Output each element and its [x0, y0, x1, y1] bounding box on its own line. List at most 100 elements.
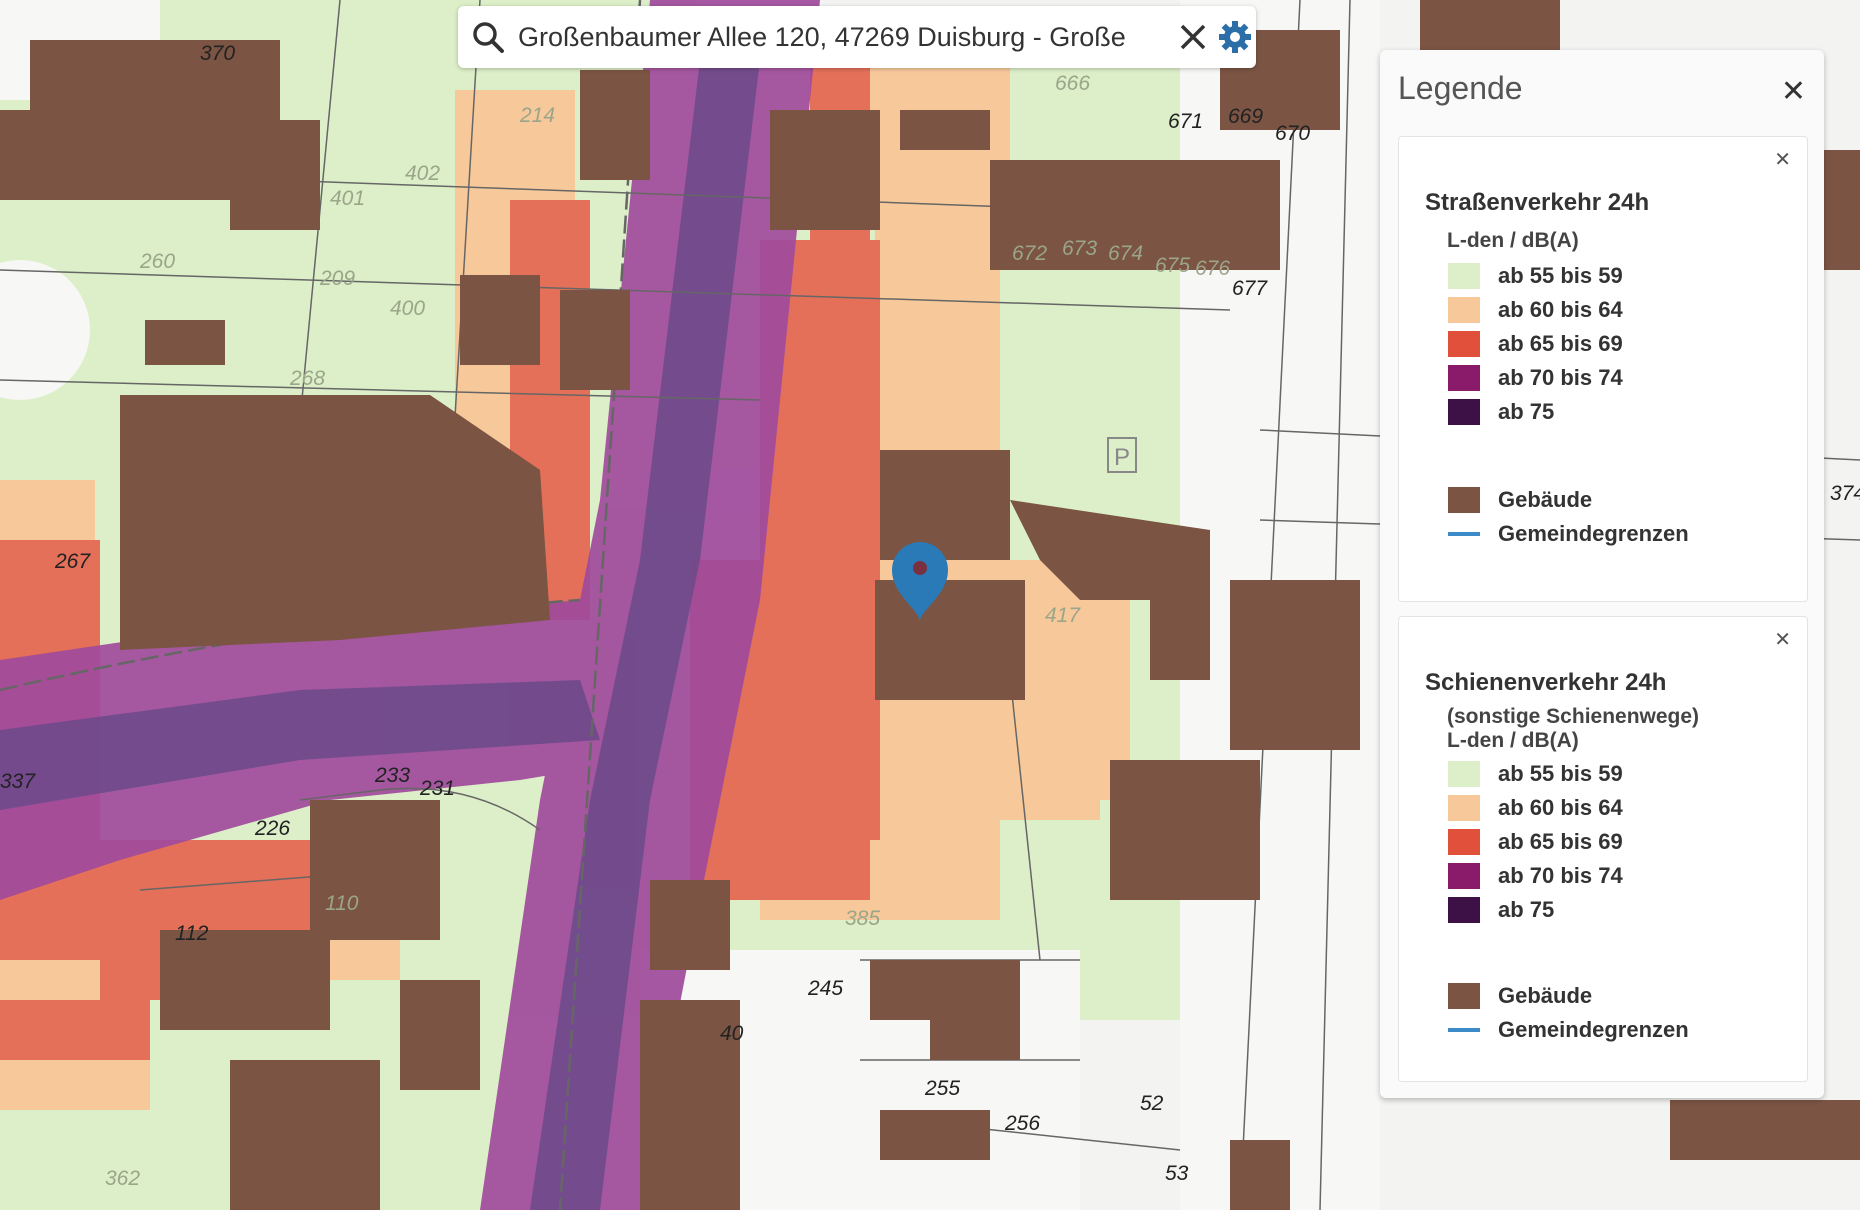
- legend-item-buildings: Gebäude: [1448, 485, 1592, 515]
- swatch: [1448, 1028, 1480, 1032]
- legend-label: ab 70 bis 74: [1498, 863, 1623, 888]
- legend-section-road: ✕ Straßenverkehr 24h L-den / dB(A) ab 55…: [1398, 136, 1808, 602]
- legend-close-button[interactable]: ✕: [1781, 74, 1806, 109]
- parcel-label: 110: [325, 892, 359, 915]
- clear-search-button[interactable]: [1172, 16, 1214, 58]
- legend-label: Gebäude: [1498, 983, 1593, 1008]
- legend-label: ab 75: [1498, 897, 1555, 922]
- swatch: [1448, 365, 1480, 391]
- search-input[interactable]: Großenbaumer Allee 120, 47269 Duisburg -…: [518, 22, 1172, 53]
- parcel-label: 260: [139, 250, 175, 273]
- section-title: Schienenverkehr 24h: [1425, 669, 1667, 696]
- swatch: [1448, 983, 1480, 1009]
- swatch: [1448, 487, 1480, 513]
- section-subtitle: (sonstige Schienenwege): [1447, 705, 1700, 728]
- parcel-label: 233: [374, 764, 410, 787]
- parcel-label: 362: [105, 1167, 140, 1190]
- parcel-label: 670: [1275, 122, 1310, 145]
- close-icon[interactable]: ✕: [1774, 627, 1791, 651]
- legend-item-65-69: ab 65 bis 69: [1448, 329, 1623, 359]
- section-title: Straßenverkehr 24h: [1425, 189, 1650, 216]
- legend-label: ab 70 bis 74: [1498, 365, 1623, 390]
- section-close-button[interactable]: ✕: [1774, 627, 1791, 651]
- section-close-button[interactable]: ✕: [1774, 147, 1791, 171]
- parcel-label: 112: [175, 922, 209, 945]
- parcel-label: 255: [924, 1077, 960, 1100]
- legend-item-boundaries: Gemeindegrenzen: [1448, 1015, 1689, 1045]
- parcel-label: 676: [1195, 257, 1230, 280]
- parcel-label: 671: [1168, 110, 1203, 133]
- legend-label: Gemeindegrenzen: [1498, 1017, 1689, 1042]
- parcel-label: 374: [1830, 482, 1860, 505]
- legend-panel: Legende ✕ ✕ Straßenverkehr 24h L-den / d…: [1380, 50, 1824, 1098]
- parcel-label: 400: [390, 297, 425, 320]
- swatch: [1448, 399, 1480, 425]
- section-unit: L-den / dB(A): [1447, 729, 1579, 752]
- parcel-label: 675: [1155, 254, 1190, 277]
- legend-label: ab 75: [1498, 399, 1555, 424]
- parcel-label: 226: [254, 817, 290, 840]
- legend-item-55-59: ab 55 bis 59: [1448, 261, 1623, 291]
- legend-label: ab 65 bis 69: [1498, 829, 1623, 854]
- legend-label: ab 60 bis 64: [1498, 297, 1623, 322]
- swatch: [1448, 297, 1480, 323]
- legend-label: ab 55 bis 59: [1498, 761, 1623, 786]
- parcel-label: 672: [1012, 242, 1047, 265]
- parcel-label: 674: [1108, 242, 1143, 265]
- parcel-label: 209: [319, 267, 355, 290]
- parcel-label: 267: [54, 550, 91, 573]
- legend-item-boundaries: Gemeindegrenzen: [1448, 519, 1689, 549]
- swatch: [1448, 532, 1480, 536]
- swatch: [1448, 863, 1480, 889]
- legend-item-65-69: ab 65 bis 69: [1448, 827, 1623, 857]
- parcel-label: 417: [1045, 604, 1081, 627]
- parcel-label: 677: [1232, 277, 1268, 300]
- svg-text:P: P: [1114, 444, 1130, 471]
- swatch: [1448, 761, 1480, 787]
- parcel-label: 385: [845, 907, 880, 930]
- legend-label: Gebäude: [1498, 487, 1593, 512]
- legend-item-60-64: ab 60 bis 64: [1448, 295, 1623, 325]
- parcel-label: 231: [419, 777, 455, 800]
- legend-item-buildings: Gebäude: [1448, 981, 1592, 1011]
- swatch: [1448, 829, 1480, 855]
- parcel-label: 52: [1140, 1092, 1164, 1115]
- address-search-bar[interactable]: Großenbaumer Allee 120, 47269 Duisburg -…: [458, 6, 1256, 68]
- gear-icon[interactable]: [1217, 19, 1253, 55]
- legend-item-70-74: ab 70 bis 74: [1448, 363, 1623, 393]
- legend-item-60-64: ab 60 bis 64: [1448, 793, 1623, 823]
- parcel-label: 268: [289, 367, 325, 390]
- close-icon[interactable]: ✕: [1781, 74, 1806, 109]
- legend-item-70-74: ab 70 bis 74: [1448, 861, 1623, 891]
- legend-item-75: ab 75: [1448, 397, 1554, 427]
- parcel-label: 669: [1228, 105, 1263, 128]
- legend-label: ab 55 bis 59: [1498, 263, 1623, 288]
- parcel-label: 256: [1004, 1112, 1040, 1135]
- swatch: [1448, 795, 1480, 821]
- parcel-label: 401: [330, 187, 365, 210]
- parcel-label: 245: [807, 977, 843, 1000]
- parcel-label: 337: [0, 770, 36, 793]
- legend-label: ab 65 bis 69: [1498, 331, 1623, 356]
- parcel-label: 214: [519, 104, 555, 127]
- legend-title: Legende: [1398, 70, 1523, 106]
- legend-label: ab 60 bis 64: [1498, 795, 1623, 820]
- parcel-label: 666: [1055, 72, 1090, 95]
- section-unit: L-den / dB(A): [1447, 229, 1579, 252]
- parcel-label: 53: [1165, 1162, 1189, 1185]
- parcel-label: 370: [200, 42, 235, 65]
- legend-item-55-59: ab 55 bis 59: [1448, 759, 1623, 789]
- search-icon[interactable]: [470, 19, 506, 55]
- parcel-label: 402: [405, 162, 440, 185]
- parcel-label: 673: [1062, 237, 1097, 260]
- legend-item-75: ab 75: [1448, 895, 1554, 925]
- settings-button[interactable]: [1214, 16, 1256, 58]
- parcel-label: 40: [720, 1022, 744, 1045]
- swatch: [1448, 897, 1480, 923]
- swatch: [1448, 263, 1480, 289]
- swatch: [1448, 331, 1480, 357]
- legend-section-rail: ✕ Schienenverkehr 24h (sonstige Schienen…: [1398, 616, 1808, 1082]
- close-icon[interactable]: [1178, 22, 1208, 52]
- close-icon[interactable]: ✕: [1774, 147, 1791, 171]
- legend-label: Gemeindegrenzen: [1498, 521, 1689, 546]
